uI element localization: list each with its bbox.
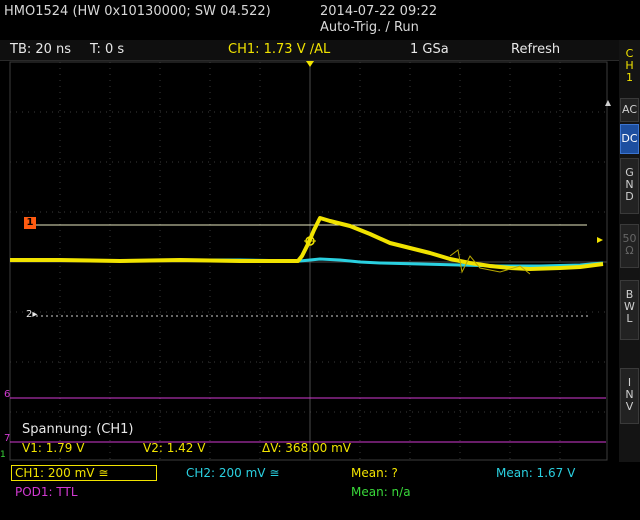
top-edge-marker: [605, 100, 611, 106]
cursor-delta-readout: ΔV: 368.00 mV: [262, 441, 351, 455]
ch1-marker[interactable]: 1: [24, 217, 36, 229]
trigger-status: Auto-Trig. / Run: [320, 20, 419, 35]
status-bar: HMO1524 (HW 0x10130000; SW 04.522) 2014-…: [0, 0, 640, 40]
datetime: 2014-07-22 09:22: [320, 4, 438, 19]
coupling-dc-button[interactable]: DC: [620, 124, 639, 154]
pod-marker-1[interactable]: 1: [0, 450, 6, 460]
coupling-ac-button[interactable]: AC: [620, 98, 639, 122]
cursor-v2-readout: V2: 1.42 V: [143, 441, 206, 455]
trigger-position-marker[interactable]: [306, 61, 314, 67]
cursor-v1-readout: V1: 1.79 V: [22, 441, 85, 455]
waveform-display[interactable]: [0, 60, 619, 462]
cursor-panel-title: Spannung: (CH1): [22, 422, 134, 437]
pod-marker-7[interactable]: 7: [4, 433, 10, 444]
invert-button[interactable]: I N V: [620, 368, 639, 424]
mean-readout-pod: Mean: n/a: [351, 485, 411, 499]
mean-readout-ch1: Mean: ?: [351, 466, 398, 480]
acquisition-mode-readout[interactable]: Refresh: [511, 42, 560, 57]
ch1-marker-label: 1: [26, 217, 34, 228]
timebase-readout[interactable]: TB: 20 ns: [10, 42, 71, 57]
trigger-level-marker[interactable]: [597, 237, 603, 243]
mean-readout-ch2: Mean: 1.67 V: [496, 466, 576, 480]
bandwidth-limit-button[interactable]: B W L: [620, 280, 639, 340]
acquisition-info-bar: TB: 20 ns T: 0 s CH1: 1.73 V ∕AL 1 GSa R…: [0, 40, 640, 61]
trigger-time-readout[interactable]: T: 0 s: [90, 42, 124, 57]
ch2-marker[interactable]: 2▸: [26, 309, 37, 320]
ch2-marker-label: 2: [26, 309, 33, 320]
coupling-gnd-button[interactable]: G N D: [620, 158, 639, 214]
ch1-scale-readout[interactable]: CH1: 200 mV ≅: [15, 466, 108, 480]
impedance-50-ohm-button[interactable]: 50 Ω: [620, 224, 639, 268]
ch1-trigger-readout[interactable]: CH1: 1.73 V ∕AL: [228, 42, 330, 57]
pod-marker-6[interactable]: 6: [4, 389, 10, 400]
sample-rate-readout: 1 GSa: [410, 42, 449, 57]
ch2-scale-readout[interactable]: CH2: 200 mV ≅: [186, 466, 279, 480]
pod-readout[interactable]: POD1: TTL: [15, 485, 78, 499]
device-info: HMO1524 (HW 0x10130000; SW 04.522): [4, 4, 271, 19]
sidebar-channel-label: C H 1: [625, 47, 634, 84]
channel-menu-sidebar: C H 1 AC DC G N D 50 Ω B W L I N V: [619, 40, 640, 520]
